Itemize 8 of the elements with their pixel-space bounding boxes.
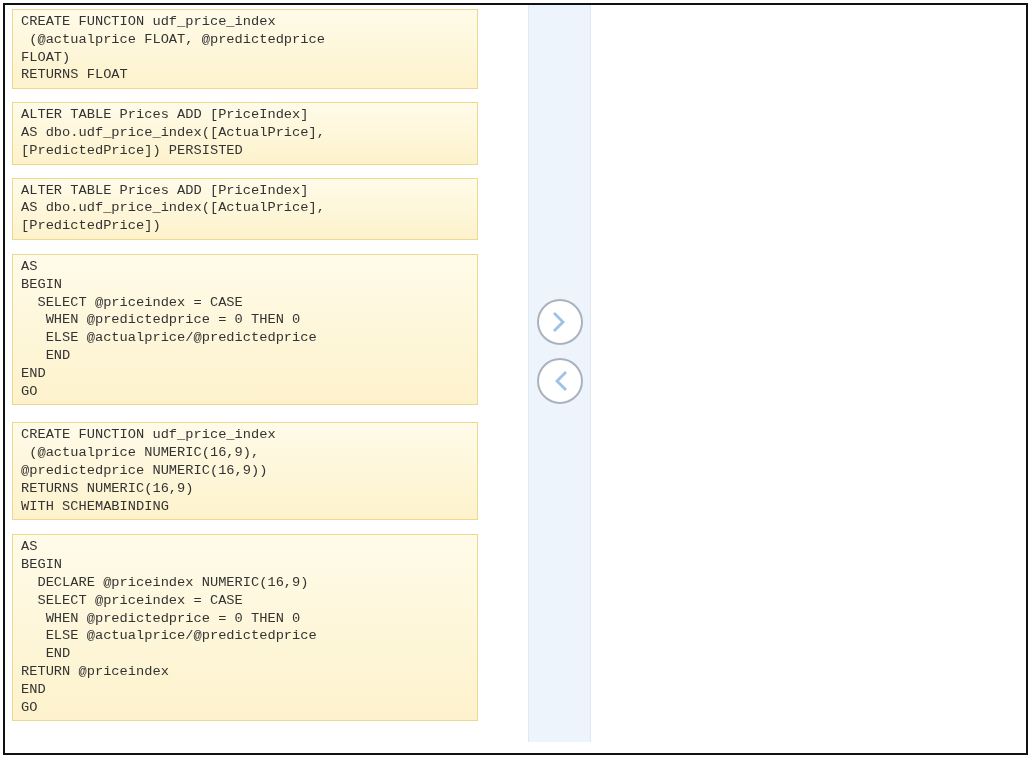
- code-snippet-card[interactable]: CREATE FUNCTION udf_price_index (@actualprice FLOAT, @predictedprice FLOAT) RETURNS FLOAT: [12, 9, 478, 90]
- code-snippet-card[interactable]: AS BEGIN DECLARE @priceindex NUMERIC(16,9) SELECT @priceindex = CASE WHEN @predictedprice = 0 THEN 0 ELSE @actualprice/@predictedprice END RETURN @priceindex END GO: [12, 534, 478, 722]
- move-left-button[interactable]: [536, 358, 583, 404]
- code-snippet-card[interactable]: ALTER TABLE Prices ADD [PriceIndex] AS dbo.udf_price_index([ActualPrice], [PredictedPrice]): [12, 177, 478, 240]
- code-snippet-card[interactable]: AS BEGIN SELECT @priceindex = CASE WHEN @predictedprice = 0 THEN 0 ELSE @actualprice/@predictedprice END END GO: [12, 253, 478, 406]
- move-right-button[interactable]: [536, 299, 583, 345]
- code-snippet-card[interactable]: CREATE FUNCTION udf_price_index (@actualprice NUMERIC(16,9), @predictedprice NUMERIC(16,9)) RETURNS NUMERIC(16,9) WITH SCHEMABINDING: [12, 422, 478, 521]
- code-snippet-card[interactable]: ALTER TABLE Prices ADD [PriceIndex] AS dbo.udf_price_index([ActualPrice], [PredictedPrice]) PERSISTED: [12, 102, 478, 165]
